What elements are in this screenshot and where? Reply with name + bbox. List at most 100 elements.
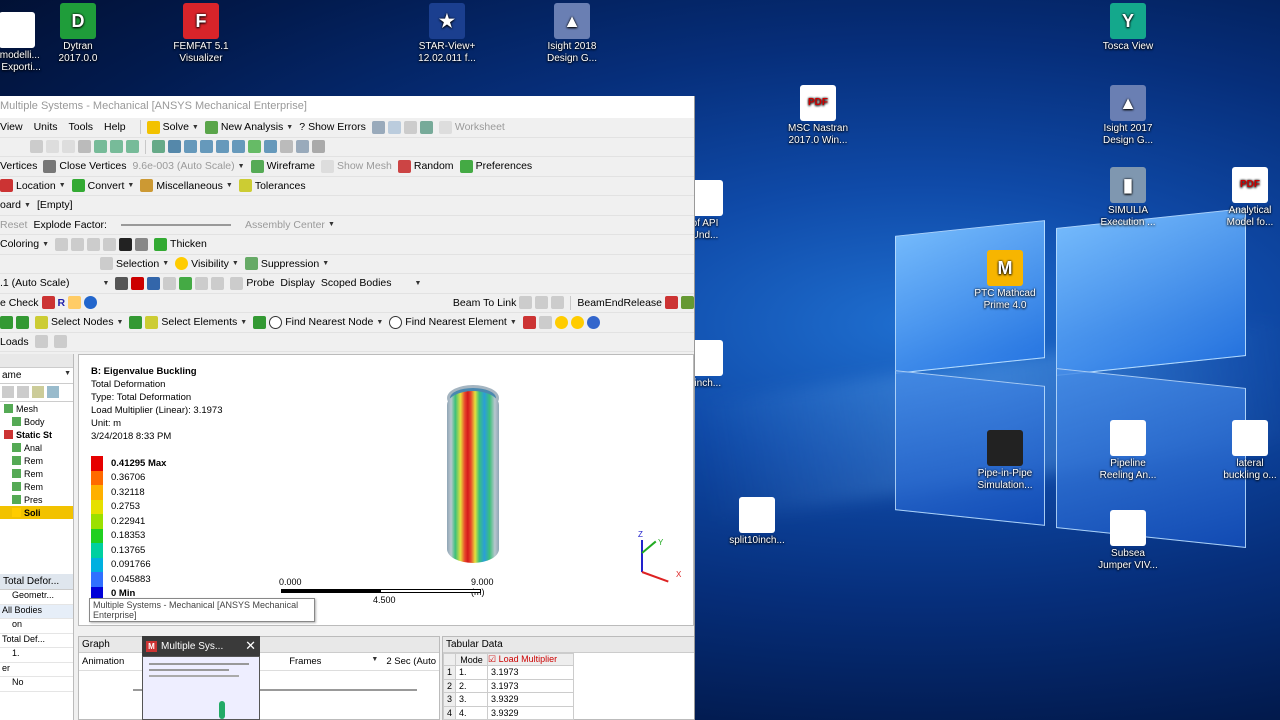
check-button[interactable]: e Check R: [0, 296, 98, 310]
random-button[interactable]: Random: [397, 159, 454, 173]
close-vertices-button[interactable]: Close Vertices: [43, 159, 126, 173]
tree-item[interactable]: Mesh: [0, 402, 73, 415]
desktop-icon[interactable]: ▲ Isight 2018 Design G...: [527, 3, 617, 65]
table-row[interactable]: 3 3. 3.9329: [442, 692, 575, 707]
desktop-icon[interactable]: Pipe-in-Pipe Simulation...: [960, 430, 1050, 492]
tolerances-button[interactable]: Tolerances: [238, 179, 306, 193]
vertices-button[interactable]: Vertices: [0, 160, 37, 172]
tree-item[interactable]: Static St: [0, 428, 73, 441]
preferences-button[interactable]: Preferences: [459, 159, 532, 173]
miscellaneous-button[interactable]: Miscellaneous ▼: [140, 179, 233, 193]
menu-item[interactable]: View: [0, 121, 23, 133]
taskbar-thumbnail-preview[interactable]: [142, 656, 260, 720]
desktop-icon[interactable]: lateral buckling o...: [1205, 420, 1280, 482]
app-icon: ▲: [1110, 85, 1146, 121]
table-row[interactable]: 1 1. 3.1973: [442, 665, 575, 680]
worksheet-button[interactable]: Worksheet: [438, 120, 505, 134]
visibility-dropdown[interactable]: Visibility ▼: [175, 257, 239, 271]
ansys-mechanical-window[interactable]: Multiple Systems - Mechanical [ANSYS Mec…: [0, 96, 695, 720]
details-row[interactable]: Geometr...: [0, 590, 73, 605]
details-row[interactable]: on: [0, 619, 73, 634]
desktop-icon[interactable]: F FEMFAT 5.1 Visualizer: [156, 3, 246, 65]
result-scale-dropdown[interactable]: .1 (Auto Scale) ▼: [0, 277, 109, 289]
tabular-data-panel[interactable]: Tabular Data Mode ☑ Load Multiplier 1 1. 3…: [442, 636, 694, 720]
board-dropdown[interactable]: oard ▼: [0, 199, 31, 211]
tree-item[interactable]: Rem: [0, 454, 73, 467]
tree-item[interactable]: Body: [0, 415, 73, 428]
table-row[interactable]: 4 4. 3.9329: [442, 705, 575, 720]
buckled-pipe-model[interactable]: [447, 391, 499, 563]
axis-triad: Z Y X: [634, 530, 684, 583]
coloring-label: Coloring: [0, 238, 40, 251]
scale-dropdown[interactable]: 9.6e-003 (Auto Scale) ▼: [132, 160, 244, 172]
edge-tool-icons[interactable]: [55, 237, 149, 251]
details-row[interactable]: No: [0, 677, 73, 692]
view-icons[interactable]: [152, 140, 325, 154]
menu-item[interactable]: Help: [104, 121, 126, 133]
details-row[interactable]: Total Def...: [0, 634, 73, 648]
result-info-line: 3/24/2018 8:33 PM: [91, 431, 172, 442]
probe-button[interactable]: Probe: [230, 276, 274, 290]
tree-item[interactable]: Soli: [0, 506, 73, 519]
frames-dropdown[interactable]: Frames ▼: [289, 656, 378, 667]
menu-item[interactable]: Tools: [69, 121, 94, 133]
desktop-icon[interactable]: M PTC Mathcad Prime 4.0: [960, 250, 1050, 312]
show-errors-button[interactable]: ? Show Errors: [299, 121, 366, 133]
outline-toolbar[interactable]: [0, 384, 73, 402]
details-row[interactable]: All Bodies: [0, 604, 73, 619]
desktop-icon[interactable]: split10inch...: [712, 497, 802, 547]
details-row[interactable]: 1.: [0, 648, 73, 663]
location-button[interactable]: Location ▼: [0, 179, 66, 193]
details-panel[interactable]: Total Defor... Geometr... All Bodies on Tot…: [0, 574, 74, 720]
select-nodes-dropdown[interactable]: Select Nodes ▼: [35, 315, 123, 329]
loads-icon[interactable]: [34, 335, 48, 349]
desktop-icon[interactable]: Y Tosca View: [1083, 3, 1173, 53]
show-mesh-button[interactable]: Show Mesh: [321, 159, 392, 173]
scoped-bodies-dropdown[interactable]: Scoped Bodies ▼: [321, 277, 422, 289]
tree-item[interactable]: Rem: [0, 480, 73, 493]
wireframe-button[interactable]: Wireframe: [250, 159, 315, 173]
desktop-icon[interactable]: ▮ SIMULIA Execution ...: [1083, 167, 1173, 229]
tree-item[interactable]: Pres: [0, 493, 73, 506]
beam-end-release-button[interactable]: BeamEndRelease: [577, 296, 694, 310]
suppression-dropdown[interactable]: Suppression ▼: [244, 257, 329, 271]
desktop-icon[interactable]: Pipeline Reeling An...: [1083, 420, 1173, 482]
menu-item[interactable]: Units: [34, 121, 58, 133]
desktop-icon[interactable]: PDF MSC Nastran 2017.0 Win...: [773, 85, 863, 147]
new-analysis-button[interactable]: New Analysis ▼: [204, 120, 293, 134]
beam-to-link-button[interactable]: Beam To Link: [453, 296, 565, 310]
selection-dropdown[interactable]: Selection ▼: [100, 257, 169, 271]
select-elements-dropdown[interactable]: Select Elements ▼: [129, 315, 247, 329]
convert-button[interactable]: Convert ▼: [71, 179, 134, 193]
table-row[interactable]: 2 2. 3.1973: [442, 678, 575, 693]
coloring-dropdown[interactable]: Coloring ▼: [0, 238, 49, 250]
tree-item[interactable]: Anal: [0, 441, 73, 454]
mesh-extra-icons[interactable]: [522, 315, 600, 329]
thicken-button[interactable]: Thicken: [154, 237, 207, 251]
toolbar-icons-1[interactable]: [371, 120, 433, 134]
desktop-icon[interactable]: PDF Analytical Model fo...: [1205, 167, 1280, 229]
reset-button[interactable]: Reset: [0, 219, 27, 231]
mesh-icons[interactable]: [0, 315, 29, 329]
find-nearest-element-dropdown[interactable]: Find Nearest Element ▼: [389, 315, 517, 329]
desktop-icon[interactable]: D Dytran 2017.0.0: [33, 3, 123, 65]
close-icon[interactable]: ✕: [245, 638, 256, 654]
app-icon: M: [987, 250, 1023, 286]
find-nearest-node-dropdown[interactable]: Find Nearest Node ▼: [253, 315, 383, 329]
details-row[interactable]: er: [0, 663, 73, 677]
explode-slider[interactable]: [120, 223, 231, 226]
solve-button[interactable]: Solve ▼: [146, 120, 199, 134]
desktop-icon[interactable]: ★ STAR-View+ 12.02.011 f...: [402, 3, 492, 65]
desktop-icon[interactable]: ▲ Isight 2017 Design G...: [1083, 85, 1173, 147]
result-icons[interactable]: [115, 276, 225, 290]
select-mode-icons[interactable]: [30, 140, 139, 154]
tree-item[interactable]: Rem: [0, 467, 73, 480]
assembly-center-dropdown[interactable]: Assembly Center ▼: [245, 219, 335, 231]
taskbar-thumbnail-title[interactable]: M Multiple Sys... ✕: [142, 636, 260, 656]
location-label: Location: [16, 179, 56, 192]
loads-icon-2[interactable]: [53, 335, 67, 349]
outline-dropdown[interactable]: ame ▼: [0, 368, 73, 384]
graphics-viewport[interactable]: B: Eigenvalue Buckling Total Deformation…: [78, 354, 694, 626]
desktop-icon[interactable]: Subsea Jumper VIV...: [1083, 510, 1173, 572]
axis-z-label: Z: [638, 530, 643, 539]
